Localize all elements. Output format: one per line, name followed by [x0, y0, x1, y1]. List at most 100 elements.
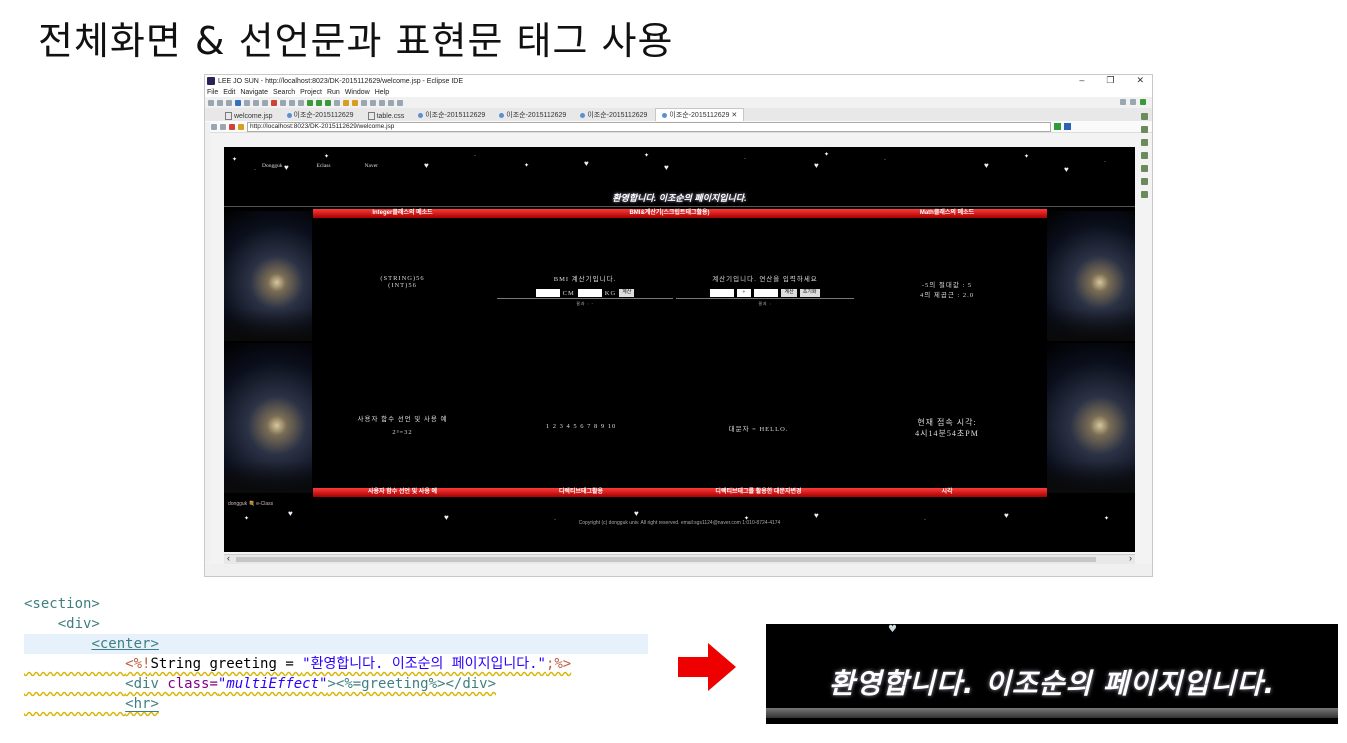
- globe-icon: [580, 112, 586, 118]
- servers-icon[interactable]: [1141, 139, 1148, 146]
- browser-forward-icon[interactable]: [220, 123, 226, 130]
- step-return-icon[interactable]: [298, 99, 304, 106]
- globe-icon: [499, 112, 505, 118]
- tab-browser-2[interactable]: 이조순-2015112629: [412, 109, 491, 121]
- url-input[interactable]: http://localhost:8023/DK-2015112629/welc…: [247, 121, 1051, 132]
- bmi-calc-button[interactable]: 계산: [619, 289, 635, 297]
- problems-icon[interactable]: [1141, 165, 1148, 172]
- calculator-cell: 계산기입니다. 연산을 입력하세요 + 계산 초기화 결과 :: [676, 273, 854, 307]
- nav-eclass[interactable]: Eclass: [316, 163, 330, 169]
- terminal-icon[interactable]: [235, 99, 241, 106]
- terminate-icon[interactable]: [271, 99, 277, 106]
- weight-input[interactable]: [577, 289, 602, 297]
- tab-table-css[interactable]: table.css: [362, 111, 411, 121]
- quick-access-icon[interactable]: [1120, 99, 1126, 105]
- calc-button[interactable]: 계산: [781, 289, 797, 297]
- menu-search[interactable]: Search: [273, 89, 295, 96]
- globe-icon: [418, 112, 424, 118]
- dongguk-eclass-logo[interactable]: dongguk 💐 e-Class: [228, 501, 273, 507]
- main-toolbar: [205, 97, 1152, 108]
- heart-icon: ♥: [888, 624, 897, 635]
- resume-icon[interactable]: [253, 99, 259, 106]
- function-line2: 2³=32: [392, 429, 413, 436]
- zoomed-greeting-text: 환영합니다. 이조순의 페이지입니다.: [828, 667, 1276, 700]
- code-line-highlighted: <center>: [24, 634, 648, 654]
- file-icon: [225, 112, 232, 120]
- greeting-text: 환영합니다. 이조순의 페이지입니다.: [612, 193, 747, 203]
- uppercase-cell: 대문자 = HELLO.: [728, 426, 789, 433]
- scroll-left-icon[interactable]: ‹: [227, 553, 230, 563]
- tab-browser-1[interactable]: 이조순-2015112629: [281, 109, 360, 121]
- menu-help[interactable]: Help: [375, 89, 389, 96]
- code-line: <section>: [24, 596, 100, 612]
- time-line1: 현재 접속 시각:: [917, 418, 977, 427]
- browser-view: ✦ · ♥ ✦ ♥ · ✦ ♥ ✦ ♥ · ✦ ♥ · ♥ ✦ · ♥ ✦ ♥ ♥ · ♥ ✦ ♥ · ♥…: [224, 147, 1135, 552]
- go-icon[interactable]: [1054, 123, 1061, 130]
- tab-browser-4[interactable]: 이조순-2015112629: [574, 109, 653, 121]
- skip-breakpoints-icon[interactable]: [244, 99, 250, 106]
- external-tools-icon[interactable]: [334, 99, 340, 106]
- markers-icon[interactable]: [1141, 191, 1148, 198]
- save-icon[interactable]: [217, 99, 223, 106]
- nav-dongguk[interactable]: Dongguk: [262, 163, 282, 169]
- menu-window[interactable]: Window: [345, 89, 370, 96]
- title-bar: LEE JO SUN - http://localhost:8023/DK-20…: [205, 75, 1152, 87]
- reset-button[interactable]: 초기화: [799, 289, 820, 297]
- slide-title: 전체화면 & 선언문과 표현문 태그 사용: [38, 19, 674, 63]
- nav-naver[interactable]: Naver: [365, 163, 378, 169]
- console-icon[interactable]: [1141, 152, 1148, 159]
- tab-browser-3[interactable]: 이조순-2015112629: [493, 109, 572, 121]
- coverage-icon[interactable]: [325, 99, 331, 106]
- browser-back-icon[interactable]: [211, 123, 217, 130]
- debug-icon[interactable]: [307, 99, 313, 106]
- minimize-button[interactable]: –: [1079, 75, 1084, 86]
- search-icon[interactable]: [361, 99, 367, 106]
- pin-icon[interactable]: [397, 99, 403, 106]
- tab-browser-active[interactable]: 이조순-2015112629 ✕: [655, 108, 745, 121]
- task-list-icon[interactable]: [1141, 126, 1148, 133]
- step-into-icon[interactable]: [280, 99, 286, 106]
- open-external-icon[interactable]: [1064, 123, 1071, 130]
- scroll-thumb[interactable]: [236, 557, 1096, 562]
- run-icon[interactable]: [316, 99, 322, 106]
- browser-refresh-icon[interactable]: [238, 123, 244, 130]
- tab-welcome-jsp[interactable]: welcome.jsp: [219, 111, 279, 121]
- new-java-project-icon[interactable]: [343, 99, 349, 106]
- right-arrow-icon: [678, 643, 736, 691]
- menu-file[interactable]: File: [207, 89, 218, 96]
- perspective-icon[interactable]: [1130, 99, 1136, 105]
- save-all-icon[interactable]: [226, 99, 232, 106]
- menu-project[interactable]: Project: [300, 89, 322, 96]
- properties-icon[interactable]: [1141, 178, 1148, 185]
- back-icon[interactable]: [379, 99, 385, 106]
- maximize-button[interactable]: ❐: [1106, 75, 1114, 86]
- height-input[interactable]: [535, 289, 560, 297]
- forward-icon[interactable]: [388, 99, 394, 106]
- code-line: <div>: [57, 616, 100, 632]
- open-type-icon[interactable]: [352, 99, 358, 106]
- galaxy-image-right-bottom: [1047, 343, 1135, 493]
- globe-icon: [286, 112, 292, 118]
- operand1-input[interactable]: [710, 289, 735, 297]
- calc-divider: [676, 298, 854, 299]
- menu-run[interactable]: Run: [327, 89, 340, 96]
- bmi-cell: BMI 계산기입니다. CM KG 계산 결과 : -: [497, 273, 673, 307]
- outline-icon[interactable]: [1141, 113, 1148, 120]
- scroll-right-icon[interactable]: ›: [1129, 553, 1132, 563]
- java-ee-perspective-icon[interactable]: [1140, 99, 1146, 105]
- code-line: <%!String greeting = "환영합니다. 이조순의 페이지입니다…: [125, 656, 572, 672]
- horizontal-scrollbar[interactable]: ‹ ›: [224, 553, 1135, 564]
- next-annotation-icon[interactable]: [370, 99, 376, 106]
- new-icon[interactable]: [208, 99, 214, 106]
- close-button[interactable]: ✕: [1136, 75, 1144, 86]
- footer-directive: 디렉티브태그활용: [492, 488, 670, 497]
- operand2-input[interactable]: [754, 289, 779, 297]
- suspend-icon[interactable]: [262, 99, 268, 106]
- step-over-icon[interactable]: [289, 99, 295, 106]
- calc-title: 계산기입니다. 연산을 입력하세요: [712, 276, 818, 283]
- menu-edit[interactable]: Edit: [223, 89, 235, 96]
- browser-stop-icon[interactable]: [229, 123, 235, 130]
- calc-result: 결과 :: [758, 301, 772, 306]
- menu-navigate[interactable]: Navigate: [240, 89, 268, 96]
- operator-select[interactable]: +: [737, 289, 752, 297]
